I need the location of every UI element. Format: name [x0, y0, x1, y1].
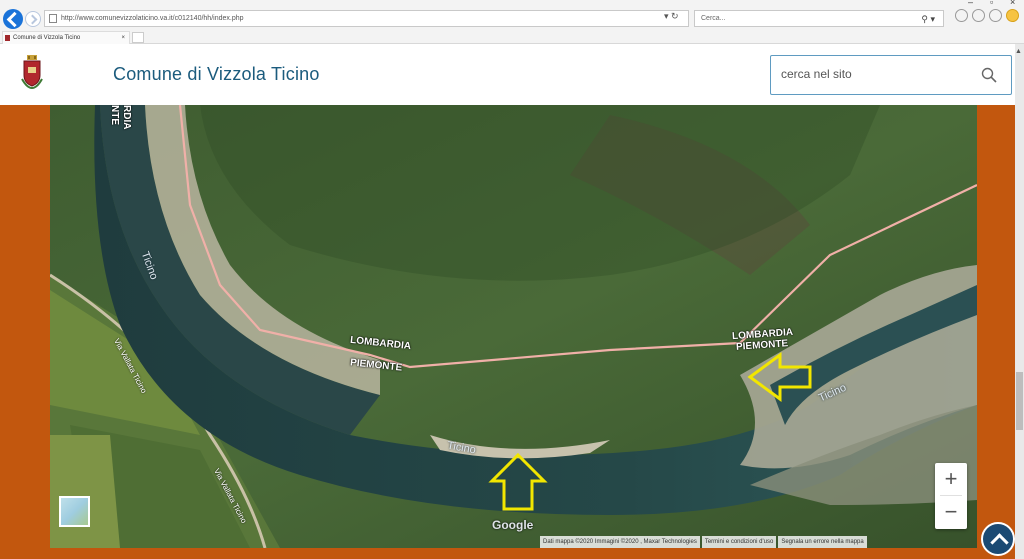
google-logo: Google [492, 518, 534, 532]
forward-button[interactable] [25, 11, 41, 27]
toolbar-icons [955, 9, 1019, 22]
zoom-in-button[interactable]: + [935, 463, 967, 495]
browser-search-field[interactable]: Cerca... ⚲ ▾ [694, 10, 944, 27]
tab-title: Comune di Vizzola Ticino [13, 35, 81, 41]
tab-close-icon[interactable]: × [121, 32, 125, 44]
map-type-thumbnail[interactable] [59, 496, 90, 527]
map-attribution: Dati mappa ©2020 Immagini ©2020 , Maxar … [538, 536, 867, 548]
tab-favicon-icon [5, 35, 10, 41]
browser-search-placeholder: Cerca... [701, 15, 726, 22]
restore-icon[interactable]: ▫ [990, 0, 993, 7]
map-zoom-control: + − [935, 463, 967, 529]
feedback-smiley-icon[interactable] [1006, 9, 1019, 22]
close-window-icon[interactable]: × [1010, 0, 1015, 7]
address-bar[interactable]: http://www.comunevizzolaticino.va.it/c01… [44, 10, 689, 27]
site-title[interactable]: Comune di Vizzola Ticino [113, 64, 320, 85]
map-label-road-top2: NTE [109, 105, 120, 125]
refresh-icon[interactable]: ▾ ↻ [664, 11, 679, 22]
favorites-icon[interactable] [972, 9, 985, 22]
scroll-up-arrow-icon[interactable]: ▲ [1015, 48, 1022, 55]
terms-link[interactable]: Termini e condizioni d'uso [701, 536, 777, 548]
zoom-out-button[interactable]: − [935, 496, 967, 528]
address-url: http://www.comunevizzolaticino.va.it/c01… [61, 15, 244, 22]
browser-tab[interactable]: Comune di Vizzola Ticino × [2, 31, 130, 44]
satellite-map[interactable]: RDIA NTE LOMBARDIA PIEMONTE LOMBARDIA PI… [50, 105, 977, 548]
site-search-input[interactable] [781, 67, 971, 81]
map-label-road-top: RDIA [121, 105, 132, 130]
search-icon[interactable]: ⚲ ▾ [921, 12, 935, 27]
settings-icon[interactable] [989, 9, 1002, 22]
scrollbar-thumb[interactable] [1016, 372, 1023, 430]
home-icon[interactable] [955, 9, 968, 22]
page-icon [49, 14, 57, 23]
minimize-icon[interactable]: – [968, 0, 973, 7]
map-data-credit: Dati mappa ©2020 Immagini ©2020 , Maxar … [540, 536, 700, 548]
search-icon[interactable] [981, 67, 997, 83]
report-error-link[interactable]: Segnala un errore nella mappa [778, 536, 867, 548]
scroll-to-top-button[interactable] [981, 522, 1015, 556]
browser-chrome: http://www.comunevizzolaticino.va.it/c01… [0, 0, 1024, 44]
map-imagery [50, 105, 977, 548]
site-search[interactable] [770, 55, 1012, 95]
page-scrollbar[interactable] [1015, 44, 1024, 559]
site-header: Comune di Vizzola Ticino [0, 44, 1015, 105]
new-tab-button[interactable] [132, 32, 144, 43]
back-button[interactable] [3, 9, 23, 29]
coat-of-arms-icon[interactable] [21, 55, 43, 89]
